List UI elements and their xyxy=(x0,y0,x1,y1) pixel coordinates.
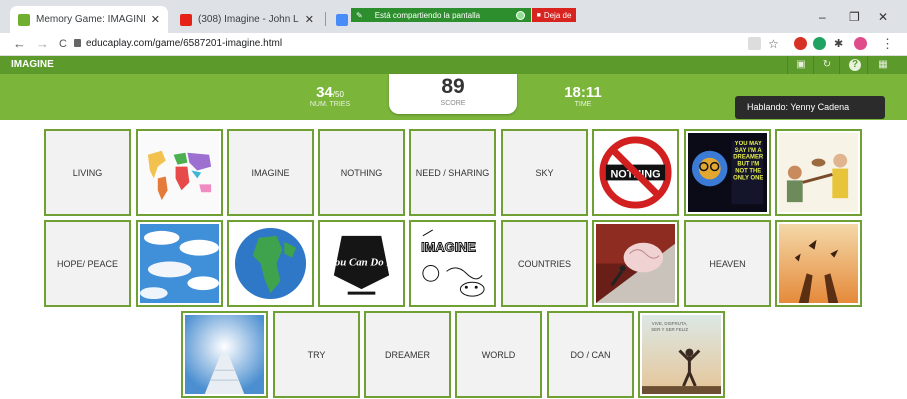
lock-icon xyxy=(74,39,81,47)
card-countries[interactable]: COUNTRIES xyxy=(501,220,588,307)
close-tab-icon[interactable]: ✕ xyxy=(305,13,314,26)
card-world-map[interactable] xyxy=(136,129,223,216)
svg-text:You Can Do It: You Can Do It xyxy=(329,256,394,268)
card-blue-sky[interactable] xyxy=(136,220,223,307)
card-sky[interactable]: SKY xyxy=(501,129,588,216)
card-earth-globe[interactable] xyxy=(227,220,314,307)
stop-share-button[interactable]: ■ Deja de xyxy=(532,8,576,22)
close-tab-icon[interactable]: ✕ xyxy=(151,13,160,26)
card-do-can[interactable]: DO / CAN xyxy=(547,311,634,398)
card-nothing-sign[interactable]: NOTHING xyxy=(592,129,679,216)
restore-icon[interactable]: ❐ xyxy=(849,10,860,24)
card-hope-peace[interactable]: HOPE/ PEACE xyxy=(44,220,131,307)
screen-share-banner: ✎ Está compartiendo la pantalla xyxy=(351,8,531,22)
game-header: IMAGINE ▣ ↻ ? ▦ xyxy=(0,56,907,74)
card-dreamer[interactable]: DREAMER xyxy=(364,311,451,398)
extensions-puzzle-icon[interactable]: ✱ xyxy=(834,37,843,50)
screen: { "browser": { "tabs": [ {"title": "Memo… xyxy=(0,0,907,399)
peace-hands-doves-image xyxy=(779,224,858,303)
blue-sky-image xyxy=(140,224,219,303)
timer: 18:11 TIME xyxy=(564,84,602,108)
divider xyxy=(787,56,788,74)
sharing-illustration-image xyxy=(779,133,858,212)
pushing-brain-image xyxy=(596,224,675,303)
earth-globe-image xyxy=(231,224,310,303)
world-map-image xyxy=(140,133,219,212)
youtube-favicon-icon xyxy=(180,13,192,26)
zoom-favicon-icon xyxy=(336,13,348,26)
browser-menu-icon[interactable]: ⋮ xyxy=(881,36,894,52)
card-nothing[interactable]: NOTHING xyxy=(318,129,405,216)
educaplay-favicon-icon xyxy=(18,13,30,26)
translate-icon[interactable] xyxy=(748,37,761,50)
card-pushing-brain[interactable] xyxy=(592,220,679,307)
card-living[interactable]: LIVING xyxy=(44,129,131,216)
minimize-icon[interactable]: – xyxy=(819,10,826,24)
restart-icon[interactable]: ↻ xyxy=(821,59,833,71)
score-box: 89 SCORE xyxy=(389,74,517,114)
sharing-status-icon xyxy=(516,10,525,20)
imagine-doodle-image: IMAGINE xyxy=(413,224,492,303)
divider xyxy=(839,56,840,74)
screen-cast-icon[interactable]: ▣ xyxy=(795,59,807,71)
address-bar-row: ← → C educaplay.com/game/6587201-imagine… xyxy=(0,33,907,56)
tries-counter: 34/50 NUM. TRIES xyxy=(309,84,351,108)
close-window-icon[interactable]: ✕ xyxy=(878,10,888,24)
card-peace-hands[interactable] xyxy=(775,220,862,307)
extension-record-icon[interactable] xyxy=(794,37,807,50)
fullscreen-icon[interactable]: ▦ xyxy=(877,59,889,71)
extension-green-icon[interactable] xyxy=(813,37,826,50)
card-lennon-poster[interactable]: YOU MAY SAY I'M A DREAMER BUT I'M NOT TH… xyxy=(684,129,771,216)
help-icon[interactable]: ? xyxy=(849,59,861,71)
card-imagine[interactable]: IMAGINE xyxy=(227,129,314,216)
speaking-tooltip: Hablando: Yenny Cadena xyxy=(735,96,885,119)
back-icon[interactable]: ← xyxy=(13,36,26,51)
bookmark-star-icon[interactable]: ☆ xyxy=(768,37,779,51)
john-lennon-poster-image: YOU MAY SAY I'M A DREAMER BUT I'M NOT TH… xyxy=(688,133,767,212)
card-heaven[interactable]: HEAVEN xyxy=(684,220,771,307)
nothing-sign-image: NOTHING xyxy=(596,133,675,212)
divider xyxy=(813,56,814,74)
card-world[interactable]: WORLD xyxy=(455,311,542,398)
heaven-stairs-image xyxy=(185,315,264,394)
url-field[interactable]: educaplay.com/game/6587201-imagine.html xyxy=(86,38,282,49)
dreamer-silhouette-image: VIVE, DISFRUTA, SER Y SER FELIZ xyxy=(642,315,721,394)
card-sharing-illustration[interactable] xyxy=(775,129,862,216)
card-need-sharing[interactable]: NEED / SHARING xyxy=(409,129,496,216)
browser-tab-strip: Memory Game: IMAGINE (foreig ✕ (308) Ima… xyxy=(0,0,907,33)
card-imagine-doodle[interactable]: IMAGINE xyxy=(409,220,496,307)
svg-text:IMAGINE: IMAGINE xyxy=(421,240,476,255)
you-can-do-it-image: You Can Do It xyxy=(322,224,401,303)
profile-avatar-icon[interactable] xyxy=(854,37,867,50)
tab-memory-game[interactable]: Memory Game: IMAGINE (foreig ✕ xyxy=(10,6,168,33)
reload-icon[interactable]: C xyxy=(59,38,67,50)
forward-icon[interactable]: → xyxy=(36,36,49,51)
card-you-can-do-it[interactable]: You Can Do It xyxy=(318,220,405,307)
card-heaven-stairs[interactable] xyxy=(181,311,268,398)
tab-zoom[interactable] xyxy=(328,6,350,33)
game-title: IMAGINE xyxy=(11,59,54,70)
card-dreamer-silhouette[interactable]: VIVE, DISFRUTA, SER Y SER FELIZ xyxy=(638,311,725,398)
pin-icon: ✎ xyxy=(356,10,363,20)
divider xyxy=(867,56,868,74)
tab-youtube[interactable]: (308) Imagine - John Lennon & T ✕ xyxy=(172,6,322,33)
card-try[interactable]: TRY xyxy=(273,311,360,398)
tab-divider xyxy=(325,12,326,26)
